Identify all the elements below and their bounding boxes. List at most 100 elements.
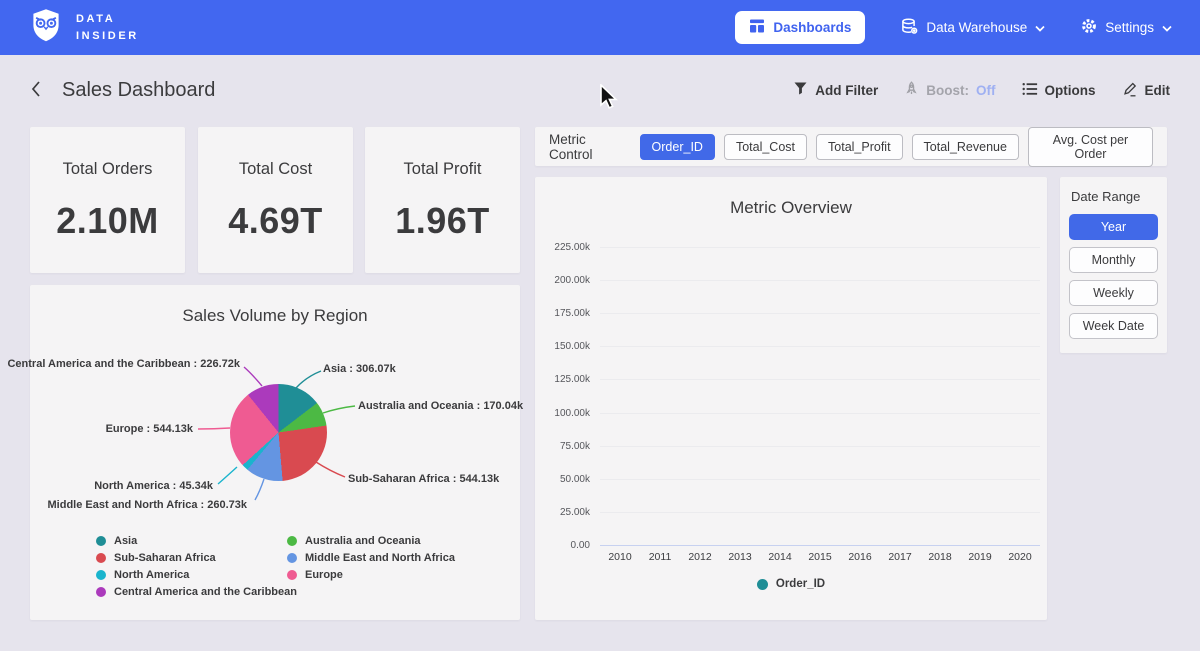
legend-label: Sub-Saharan Africa bbox=[114, 552, 216, 564]
legend-dot bbox=[287, 570, 297, 580]
pie-callout-label: Europe : 544.13k bbox=[106, 423, 193, 435]
dashboards-grid-icon bbox=[749, 18, 765, 37]
pie-chart[interactable] bbox=[230, 384, 327, 481]
y-tick-label: 75.00k bbox=[560, 441, 590, 452]
pie-legend-column-1: Asia Sub-Saharan Africa North America Centr… bbox=[96, 532, 297, 600]
x-tick-label: 2018 bbox=[920, 551, 960, 563]
nav-dashboards-button[interactable]: Dashboards bbox=[735, 11, 865, 44]
kpi-value: 2.10M bbox=[30, 200, 185, 242]
y-tick-label: 150.00k bbox=[554, 341, 590, 352]
edit-button[interactable]: Edit bbox=[1122, 81, 1171, 100]
x-tick-label: 2014 bbox=[760, 551, 800, 563]
top-navigation-bar: DATA INSIDER Dashboards bbox=[0, 0, 1200, 55]
y-tick-label: 50.00k bbox=[560, 474, 590, 485]
y-tick-label: 125.00k bbox=[554, 374, 590, 385]
kpi-value: 4.69T bbox=[198, 200, 353, 242]
kpi-label: Total Profit bbox=[365, 160, 520, 179]
nav-settings[interactable]: Settings bbox=[1081, 18, 1172, 37]
options-button[interactable]: Options bbox=[1022, 82, 1096, 99]
kpi-card-total-orders: Total Orders 2.10M bbox=[30, 127, 185, 273]
nav-data-warehouse[interactable]: Data Warehouse bbox=[901, 18, 1045, 38]
pencil-icon bbox=[1122, 81, 1138, 100]
page-header: Sales Dashboard Add Filter Boost: Off bbox=[0, 55, 1200, 125]
date-range-week-date-button[interactable]: Week Date bbox=[1069, 313, 1158, 339]
add-filter-label: Add Filter bbox=[815, 83, 878, 98]
legend-label: Central America and the Caribbean bbox=[114, 586, 297, 598]
header-actions: Add Filter Boost: Off Options bbox=[793, 81, 1170, 100]
pie-callout-label: North America : 45.34k bbox=[94, 480, 213, 492]
y-tick-label: 25.00k bbox=[560, 507, 590, 518]
legend-dot bbox=[96, 536, 106, 546]
pie-legend-item[interactable]: Europe bbox=[287, 566, 455, 583]
metric-button-order-id[interactable]: Order_ID bbox=[640, 134, 715, 160]
pie-callout-label: Central America and the Caribbean : 226.… bbox=[7, 358, 240, 370]
brand-name: DATA INSIDER bbox=[76, 11, 139, 44]
legend-label: Order_ID bbox=[776, 578, 825, 590]
metric-button-avg-cost-per-order[interactable]: Avg. Cost per Order bbox=[1028, 127, 1153, 167]
edit-label: Edit bbox=[1145, 83, 1171, 98]
sales-volume-by-region-panel: Sales Volume by Region Asia Sub-Saharan A… bbox=[30, 285, 520, 620]
back-chevron-icon bbox=[30, 80, 42, 101]
y-gridline: 0.00 bbox=[600, 545, 1040, 546]
rocket-icon bbox=[904, 81, 919, 100]
pie-callout-label: Asia : 306.07k bbox=[323, 363, 396, 375]
chart-title: Metric Overview bbox=[535, 177, 1047, 218]
x-tick-label: 2015 bbox=[800, 551, 840, 563]
y-tick-label: 225.00k bbox=[554, 242, 590, 253]
y-tick-label: 0.00 bbox=[571, 540, 590, 551]
pie-legend-item[interactable]: North America bbox=[96, 566, 297, 583]
pie-legend-item[interactable]: Sub-Saharan Africa bbox=[96, 549, 297, 566]
metric-overview-plot: 225.00k200.00k175.00k150.00k125.00k100.0… bbox=[600, 247, 1040, 545]
metric-overview-panel: Metric Overview 225.00k200.00k175.00k150… bbox=[535, 177, 1047, 620]
metric-button-total-revenue[interactable]: Total_Revenue bbox=[912, 134, 1019, 160]
x-tick-label: 2011 bbox=[640, 551, 680, 563]
brand-logo[interactable]: DATA INSIDER bbox=[28, 7, 139, 48]
bar-chart-legend[interactable]: Order_ID bbox=[535, 578, 1047, 590]
funnel-icon bbox=[793, 81, 808, 99]
y-tick-label: 100.00k bbox=[554, 408, 590, 419]
nav-data-warehouse-label: Data Warehouse bbox=[926, 20, 1027, 35]
legend-label: Australia and Oceania bbox=[305, 535, 421, 547]
metric-button-total-cost[interactable]: Total_Cost bbox=[724, 134, 807, 160]
bar-series bbox=[600, 247, 1040, 545]
y-tick-label: 200.00k bbox=[554, 275, 590, 286]
legend-label: Asia bbox=[114, 535, 137, 547]
kpi-card-total-profit: Total Profit 1.96T bbox=[365, 127, 520, 273]
legend-dot bbox=[96, 570, 106, 580]
back-button[interactable] bbox=[30, 80, 42, 101]
pie-legend-column-2: Australia and Oceania Middle East and Nor… bbox=[287, 532, 455, 583]
legend-dot bbox=[287, 553, 297, 563]
boost-label: Boost: bbox=[926, 83, 969, 98]
pie-legend-item[interactable]: Central America and the Caribbean bbox=[96, 583, 297, 600]
boost-toggle[interactable]: Boost: Off bbox=[904, 81, 995, 100]
x-tick-label: 2020 bbox=[1000, 551, 1040, 563]
x-axis-labels: 2010201120122013201420152016201720182019… bbox=[600, 551, 1040, 563]
options-label: Options bbox=[1045, 83, 1096, 98]
x-tick-label: 2013 bbox=[720, 551, 760, 563]
database-icon bbox=[901, 18, 918, 38]
pie-legend-item[interactable]: Middle East and North Africa bbox=[287, 549, 455, 566]
pie-legend-item[interactable]: Asia bbox=[96, 532, 297, 549]
add-filter-button[interactable]: Add Filter bbox=[793, 81, 878, 99]
legend-dot bbox=[96, 553, 106, 563]
date-range-weekly-button[interactable]: Weekly bbox=[1069, 280, 1158, 306]
chevron-down-icon bbox=[1162, 20, 1172, 35]
legend-dot bbox=[96, 587, 106, 597]
pie-chart-title: Sales Volume by Region bbox=[30, 285, 520, 326]
x-tick-label: 2012 bbox=[680, 551, 720, 563]
legend-label: North America bbox=[114, 569, 189, 581]
pie-legend-item[interactable]: Australia and Oceania bbox=[287, 532, 455, 549]
gear-icon bbox=[1081, 18, 1097, 37]
chevron-down-icon bbox=[1035, 20, 1045, 35]
page-title: Sales Dashboard bbox=[62, 79, 215, 102]
kpi-value: 1.96T bbox=[365, 200, 520, 242]
date-range-year-button[interactable]: Year bbox=[1069, 214, 1158, 240]
legend-label: Europe bbox=[305, 569, 343, 581]
y-tick-label: 175.00k bbox=[554, 308, 590, 319]
date-range-label: Date Range bbox=[1069, 189, 1158, 204]
date-range-monthly-button[interactable]: Monthly bbox=[1069, 247, 1158, 273]
nav-settings-label: Settings bbox=[1105, 20, 1154, 35]
metric-control-bar: Metric Control Order_ID Total_Cost Total… bbox=[535, 127, 1167, 166]
metric-button-total-profit[interactable]: Total_Profit bbox=[816, 134, 903, 160]
boost-state: Off bbox=[976, 83, 996, 98]
